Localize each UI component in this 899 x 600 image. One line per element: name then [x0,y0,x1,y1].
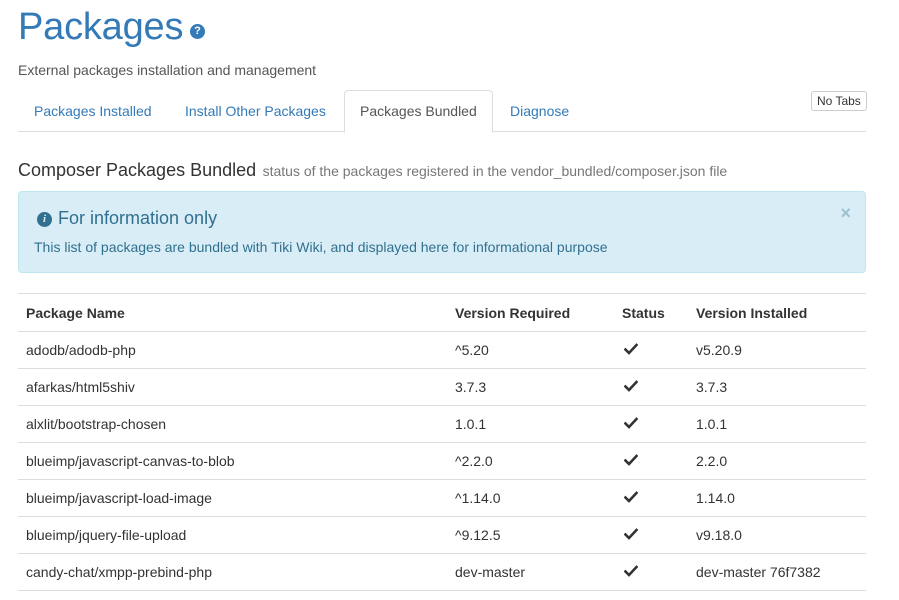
check-icon [624,527,638,543]
package-name-cell: adodb/adodb-php [18,331,447,369]
tab-packages-bundled[interactable]: Packages Bundled [344,90,493,133]
col-header-version-required[interactable]: Version Required [447,293,614,332]
check-icon [624,342,638,358]
package-name-cell: afarkas/html5shiv [18,368,447,406]
check-icon [624,453,638,469]
status-cell [614,331,688,369]
col-header-status[interactable]: Status [614,293,688,332]
alert-body: This list of packages are bundled with T… [34,239,608,255]
package-name-cell: alxlit/bootstrap-chosen [18,405,447,443]
section-subtitle: status of the packages registered in the… [262,163,728,179]
check-icon [624,379,638,395]
package-name-cell: blueimp/jquery-file-upload [18,516,447,554]
section-title: Composer Packages Bundled [18,160,257,180]
table-row: adodb/adodb-php ^5.20 v5.20.9 [18,331,866,369]
version-required-cell: dev-master [447,553,614,591]
version-installed-cell: 1.14.0 [688,479,866,517]
info-alert: i For information only This list of packa… [18,191,866,273]
tab-diagnose[interactable]: Diagnose [495,90,584,132]
table-row: afarkas/html5shiv 3.7.3 3.7.3 [18,368,866,406]
version-required-cell: 1.0.1 [447,405,614,443]
status-cell [614,442,688,480]
package-name-cell: blueimp/javascript-load-image [18,479,447,517]
col-header-version-installed[interactable]: Version Installed [688,293,866,332]
version-required-cell: ^2.2.0 [447,442,614,480]
check-icon [624,416,638,432]
version-required-cell: ^1.14.0 [447,479,614,517]
alert-title: For information only [58,208,218,228]
version-installed-cell: 2.2.0 [688,442,866,480]
table-row: candy-chat/xmpp-prebind-php dev-master dev… [18,553,866,591]
tab-install-other-packages[interactable]: Install Other Packages [170,90,341,132]
section-heading: Composer Packages Bundled status of the … [18,160,727,181]
table-row: alxlit/bootstrap-chosen 1.0.1 1.0.1 [18,405,866,443]
table-row: blueimp/javascript-canvas-to-blob ^2.2.0 2… [18,442,866,480]
table-header-row: Package Name Version Required Status Ver… [18,293,866,332]
version-installed-cell: 1.0.1 [688,405,866,443]
check-icon [624,490,638,506]
col-header-package-name[interactable]: Package Name [18,293,447,332]
close-icon[interactable]: × [840,204,851,222]
version-required-cell: 3.7.3 [447,368,614,406]
alert-header: i For information only [37,208,217,229]
version-required-cell: ^9.12.5 [447,516,614,554]
page-subtitle: External packages installation and manag… [18,62,317,78]
version-installed-cell: dev-master 76f7382 [688,553,866,591]
package-name-cell: candy-chat/xmpp-prebind-php [18,553,447,591]
info-circle-icon: i [37,212,52,227]
status-cell [614,516,688,554]
version-installed-cell: v9.18.0 [688,516,866,554]
tab-bar: Packages Installed Install Other Package… [18,90,866,133]
version-required-cell: ^5.20 [447,331,614,369]
version-installed-cell: 3.7.3 [688,368,866,406]
page-title: Packages [18,6,184,48]
status-cell [614,368,688,406]
no-tabs-button[interactable]: No Tabs [811,91,867,111]
table-row: blueimp/jquery-file-upload ^9.12.5 v9.18.0 [18,516,866,554]
version-installed-cell: v5.20.9 [688,331,866,369]
status-cell [614,479,688,517]
table-row: blueimp/javascript-load-image ^1.14.0 1.14… [18,479,866,517]
tab-packages-installed[interactable]: Packages Installed [19,90,167,132]
packages-table: Package Name Version Required Status Ver… [18,293,866,591]
status-cell [614,405,688,443]
package-name-cell: blueimp/javascript-canvas-to-blob [18,442,447,480]
help-icon[interactable]: ? [190,24,205,39]
status-cell [614,553,688,591]
check-icon [624,564,638,580]
